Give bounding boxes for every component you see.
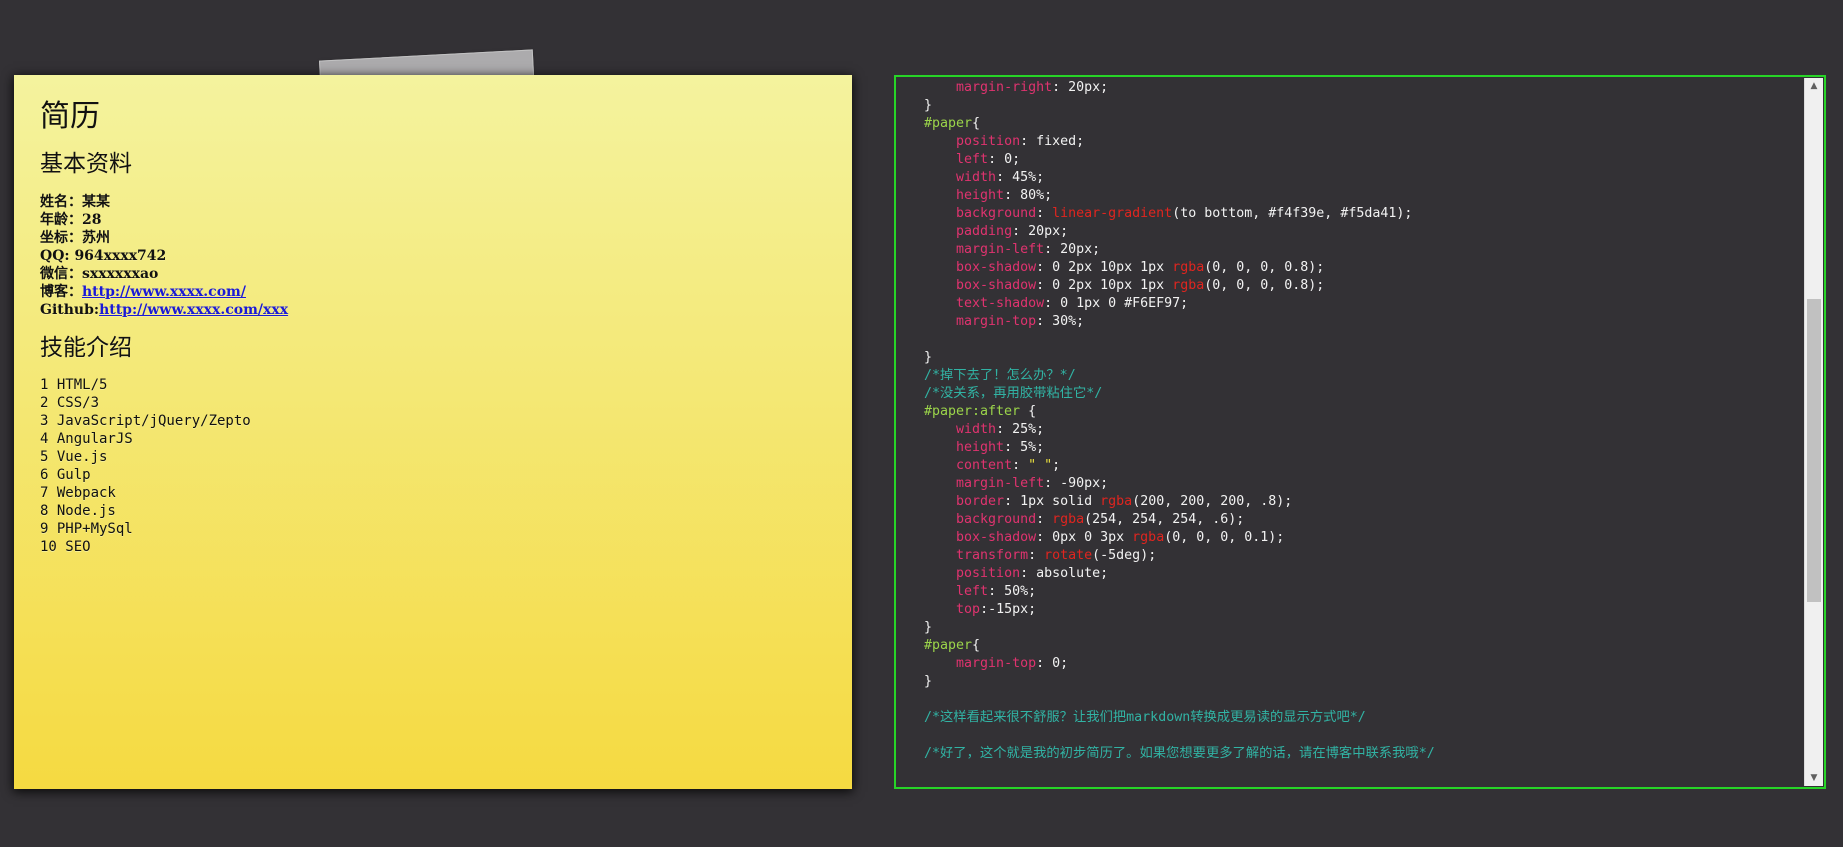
code-line: border: 1px solid rgba(200, 200, 200, .8… (956, 494, 1293, 509)
info-name: 姓名：某某 (40, 193, 110, 210)
code-line: } (924, 350, 933, 365)
code-line: position: fixed; (956, 134, 1085, 149)
code-line: box-shadow: 0 2px 10px 1px rgba(0, 0, 0,… (956, 260, 1325, 275)
code-line: width: 45%; (956, 170, 1045, 185)
code-line: position: absolute; (956, 566, 1109, 581)
info-qq: QQ: 964xxxx742 (40, 247, 167, 264)
code-line: transform: rotate(-5deg); (956, 548, 1157, 563)
info-wechat: 微信：sxxxxxxao (40, 265, 159, 282)
code-line: /*这样看起来很不舒服？让我们把markdown转换成更易读的显示方式吧*/ (924, 710, 1366, 725)
code-line: box-shadow: 0px 0 3px rgba(0, 0, 0, 0.1)… (956, 530, 1285, 545)
code-line: margin-left: -90px; (956, 476, 1109, 491)
skill-item: 6 Gulp (40, 467, 91, 484)
code-line: content: " "; (956, 458, 1061, 473)
skill-item: 7 Webpack (40, 485, 116, 502)
skills-list: 1 HTML/5 2 CSS/3 3 JavaScript/jQuery/Zep… (40, 376, 826, 556)
info-location: 坐标：苏州 (40, 229, 110, 246)
scroll-thumb[interactable] (1807, 299, 1821, 602)
code-line: } (924, 98, 933, 113)
code-line: width: 25%; (956, 422, 1045, 437)
code-line: height: 80%; (956, 188, 1053, 203)
vertical-scrollbar[interactable]: ▲ ▼ (1804, 78, 1823, 786)
code-editor-panel[interactable]: margin-right: 20px;} #paper{ position: fi… (894, 75, 1826, 789)
skill-item: 10 SEO (40, 539, 91, 556)
basic-info-heading: 基本资料 (40, 151, 132, 177)
info-blog: 博客：http://www.xxxx.com/ (40, 283, 246, 300)
code-line: height: 5%; (956, 440, 1045, 455)
info-age: 年龄：28 (40, 211, 102, 228)
code-line: #paper:after { (924, 404, 1037, 419)
code-line: background: rgba(254, 254, 254, .6); (956, 512, 1245, 527)
code-line: text-shadow: 0 1px 0 #F6EF97; (956, 296, 1189, 311)
skill-item: 5 Vue.js (40, 449, 108, 466)
code-line: margin-top: 30%; (956, 314, 1085, 329)
code-line: } (924, 620, 933, 635)
scroll-down-arrow-icon[interactable]: ▼ (1805, 770, 1823, 786)
blog-link[interactable]: http://www.xxxx.com/ (82, 284, 246, 300)
code-line: left: 0; (956, 152, 1021, 167)
code-line: /*掉下去了！怎么办？*/ (924, 368, 1076, 383)
info-github: Github:http://www.xxxx.com/xxx (40, 301, 289, 318)
code-line: /*好了，这个就是我的初步简历了。如果您想要更多了解的话，请在博客中联系我哦*/ (924, 746, 1435, 761)
github-link[interactable]: http://www.xxxx.com/xxx (99, 302, 288, 318)
code-line: margin-top: 0; (956, 656, 1069, 671)
basic-info-list: 姓名：某某 年龄：28 坐标：苏州 QQ: 964xxxx742 微信：sxxx… (40, 193, 826, 319)
skill-item: 3 JavaScript/jQuery/Zepto (40, 413, 251, 430)
skills-heading: 技能介绍 (40, 334, 132, 361)
code-line: padding: 20px; (956, 224, 1069, 239)
skill-item: 9 PHP+MySql (40, 521, 133, 538)
skill-item: 1 HTML/5 (40, 377, 108, 394)
skill-item: 2 CSS/3 (40, 395, 100, 412)
resume-title: 简历 (40, 99, 100, 134)
code-line: #paper{ (924, 116, 981, 131)
skill-item: 8 Node.js (40, 503, 116, 520)
code-line: } (924, 674, 933, 689)
code-line: margin-left: 20px; (956, 242, 1101, 257)
code-line: /*没关系，再用胶带粘住它*/ (924, 386, 1103, 401)
code-line: #paper{ (924, 638, 981, 653)
code-line: background: linear-gradient(to bottom, #… (956, 206, 1413, 221)
code-line: left: 50%; (956, 584, 1037, 599)
code-line: margin-right: 20px; (956, 80, 1109, 95)
scroll-up-arrow-icon[interactable]: ▲ (1805, 78, 1823, 94)
skill-item: 4 AngularJS (40, 431, 133, 448)
resume-paper: 简历 基本资料 姓名：某某 年龄：28 坐标：苏州 QQ: 964xxxx742… (14, 75, 852, 789)
code-content: margin-right: 20px;} #paper{ position: fi… (924, 79, 1798, 763)
code-line: box-shadow: 0 2px 10px 1px rgba(0, 0, 0,… (956, 278, 1325, 293)
code-line: top:-15px; (956, 602, 1037, 617)
